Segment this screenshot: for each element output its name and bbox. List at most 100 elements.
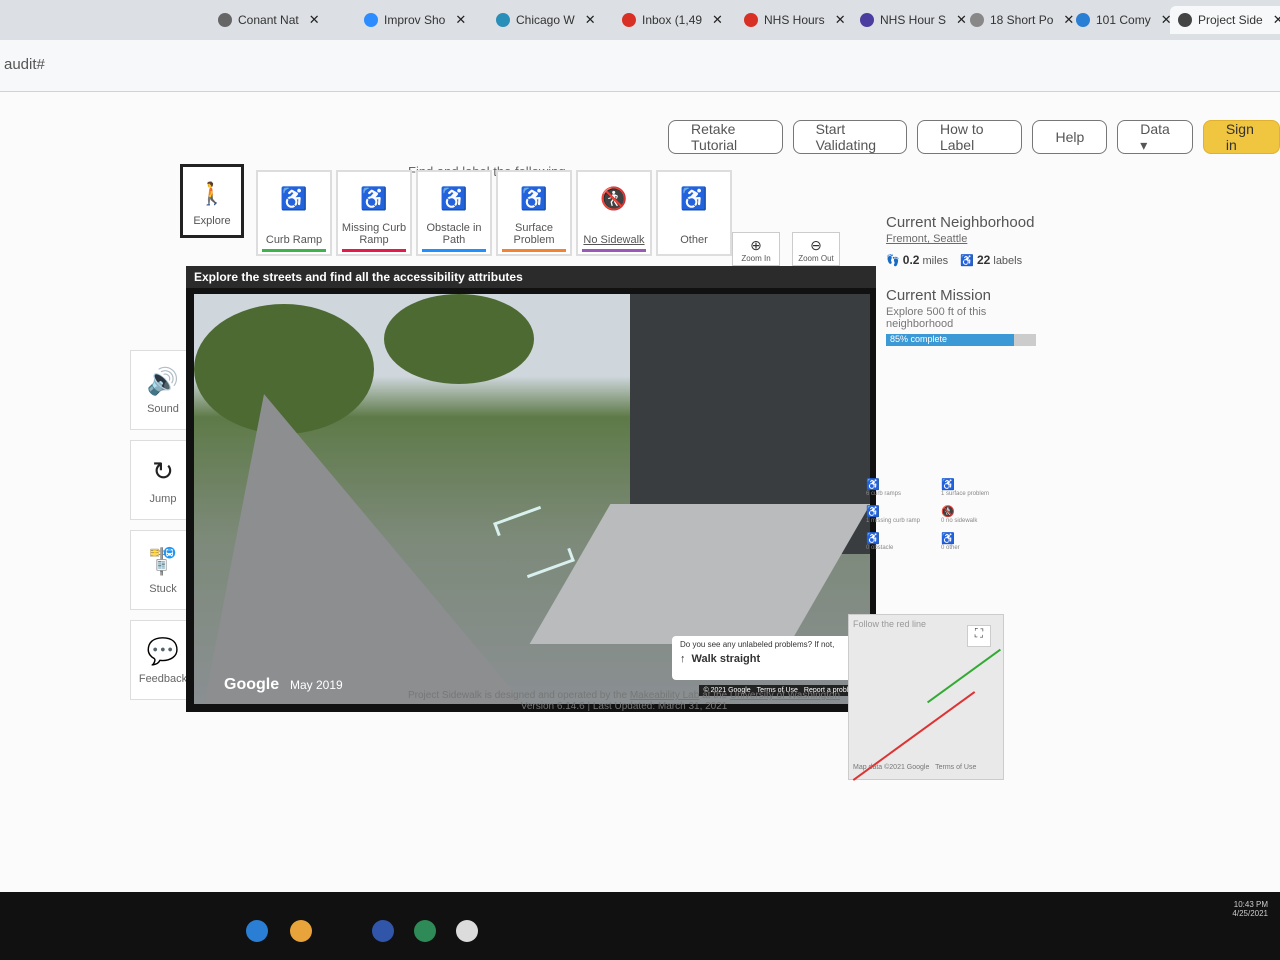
count-text: 0 obstacle (866, 545, 894, 551)
sign-in-button[interactable]: Sign in (1202, 120, 1280, 154)
browser-tab[interactable]: Inbox (1,49 ✕ (614, 6, 731, 34)
explore-button[interactable]: 🚶 Explore (180, 164, 244, 238)
follow-red-line-text: Follow the red line (853, 619, 927, 629)
tool-color-bar (502, 249, 566, 252)
footer-line-1: Project Sidewalk is designed and operate… (408, 690, 840, 701)
surface-problem-button[interactable]: ♿ Surface Problem (496, 170, 572, 256)
footer-text: at the (702, 690, 728, 701)
tab-title: Chicago W (516, 13, 575, 27)
missing-curb-ramp-button[interactable]: ♿ Missing Curb Ramp (336, 170, 412, 256)
zoom-out-button[interactable]: ⊖ Zoom Out (792, 232, 840, 266)
curb-ramp-button[interactable]: ♿ Curb Ramp (256, 170, 332, 256)
makeability-lab-link[interactable]: Makeability Lab (630, 690, 699, 701)
start-validating-button[interactable]: Start Validating (792, 120, 907, 154)
forms-icon (860, 13, 874, 27)
browser-tab[interactable]: Improv Sho ✕ (356, 6, 474, 34)
edge-icon[interactable] (246, 920, 268, 942)
tool-color-bar (582, 249, 646, 252)
zoom-in-icon: ⊕ (750, 237, 762, 253)
labels-value: 22 (976, 253, 991, 267)
street-view-canvas[interactable]: Google May 2019 Do you see any unlabeled… (194, 294, 870, 704)
tool-label: Missing Curb Ramp (341, 222, 407, 246)
browser-tab[interactable]: Conant Nat ✕ (210, 6, 328, 34)
close-icon[interactable]: ✕ (585, 12, 596, 28)
chrome-icon[interactable] (290, 920, 312, 942)
map-data-text: Map data ©2021 Google (853, 764, 930, 771)
system-clock: 10:43 PM 4/25/2021 (1232, 900, 1268, 918)
count-text: 1 missing curb ramp (866, 518, 921, 524)
close-icon[interactable]: ✕ (835, 12, 846, 28)
count-text: 0 other (941, 545, 960, 551)
no-sidewalk-button[interactable]: 🚷 No Sidewalk (576, 170, 652, 256)
tab-title: Inbox (1,49 (642, 13, 703, 27)
label-counts: ♿ 6 curb ramps ♿ 1 surface problem ♿ 1 miss… (866, 478, 1016, 551)
tab-title: NHS Hour S (880, 13, 947, 27)
no-sidewalk-icon: 🚷 (941, 506, 955, 518)
tab-title: 101 Comy (1096, 13, 1151, 27)
tool-color-bar (262, 249, 326, 252)
tab-favicon-icon (496, 13, 510, 27)
footer: Project Sidewalk is designed and operate… (408, 690, 840, 712)
map-terms-link[interactable]: Terms of Use (935, 764, 976, 771)
how-to-label-button[interactable]: How to Label (916, 120, 1023, 154)
clock-time: 10:43 PM (1233, 900, 1268, 909)
walk-prompt-text: Do you see any unlabeled problems? If no… (680, 640, 835, 649)
mission-title: Current Mission (886, 287, 992, 304)
walk-straight-button[interactable]: ↑ Walk straight (680, 653, 854, 665)
browser-tab[interactable]: 18 Short Po ✕ (962, 6, 1082, 34)
footer-text: Project Sidewalk is designed and operate… (408, 690, 628, 701)
close-icon[interactable]: ✕ (712, 12, 723, 28)
walk-prompt: Do you see any unlabeled problems? If no… (672, 636, 862, 680)
browser-tab[interactable]: NHS Hours ✕ (736, 6, 854, 34)
explore-label: Explore (193, 215, 231, 227)
stuck-label: Stuck (149, 582, 177, 595)
wheelchair-surface-icon: ♿ (520, 186, 548, 211)
minimap[interactable]: Follow the red line ⛶ Map data ©2021 Goo… (848, 614, 1004, 781)
speaker-icon: 🔊 (146, 365, 180, 396)
no-sidewalk-icon: 🚷 (600, 186, 628, 211)
app-icon[interactable] (414, 920, 436, 942)
wheelchair-obstacle-icon: ♿ (440, 186, 468, 211)
neighborhood-title: Current Neighborhood (886, 214, 1035, 231)
route-green-line (927, 648, 1001, 704)
uw-link[interactable]: University of Washington (730, 690, 840, 701)
nav-arrow-icon[interactable] (523, 547, 575, 579)
sound-label: Sound (147, 402, 179, 415)
obstacle-icon: ♿ (866, 533, 880, 545)
labels-unit: labels (993, 255, 1023, 267)
refresh-icon: ↻ (152, 455, 174, 486)
google-icon[interactable] (456, 920, 478, 942)
browser-tab[interactable]: NHS Hour S ✕ (852, 6, 975, 34)
zoom-in-button[interactable]: ⊕ Zoom In (732, 232, 780, 266)
mission-progress-bar: 85% complete (886, 334, 1036, 346)
obstacle-button[interactable]: ♿ Obstacle in Path (416, 170, 492, 256)
browser-tab[interactable]: 101 Comy ✕ (1068, 6, 1180, 34)
miles-unit: miles (922, 255, 949, 267)
tab-favicon-icon (1076, 13, 1090, 27)
url-text[interactable]: audit# (4, 56, 45, 73)
road (204, 394, 524, 704)
other-button[interactable]: ♿ Other (656, 170, 732, 256)
status-panel: Current Neighborhood Fremont, Seattle 👣 … (886, 214, 1046, 346)
retake-tutorial-button[interactable]: Retake Tutorial (668, 120, 783, 154)
up-arrow-icon: ↑ (680, 653, 686, 665)
help-button[interactable]: Help (1032, 120, 1108, 154)
page: Retake Tutorial Start Validating How to … (0, 92, 1280, 892)
browser-tab[interactable]: Chicago W ✕ (488, 6, 604, 34)
data-dropdown[interactable]: Data ▾ (1117, 120, 1193, 154)
close-icon[interactable]: ✕ (1273, 12, 1280, 28)
tab-title: Conant Nat (238, 13, 299, 27)
zoom-out-label: Zoom Out (798, 254, 834, 263)
google-logo: Google (224, 676, 280, 693)
zoom-out-icon: ⊖ (810, 237, 822, 253)
browser-tab-active[interactable]: Project Side ✕ (1170, 6, 1280, 34)
count-curb-ramps: ♿ 6 curb ramps (866, 478, 941, 497)
neighborhood-link[interactable]: Fremont, Seattle (886, 233, 1046, 245)
app-icon[interactable] (372, 920, 394, 942)
wheelchair-icon: ♿ (960, 255, 974, 267)
close-icon[interactable]: ✕ (309, 12, 320, 28)
address-bar[interactable]: audit# (0, 40, 1280, 92)
fullscreen-icon[interactable]: ⛶ (967, 625, 991, 647)
count-surface-problem: ♿ 1 surface problem (941, 478, 1016, 497)
close-icon[interactable]: ✕ (455, 12, 466, 28)
